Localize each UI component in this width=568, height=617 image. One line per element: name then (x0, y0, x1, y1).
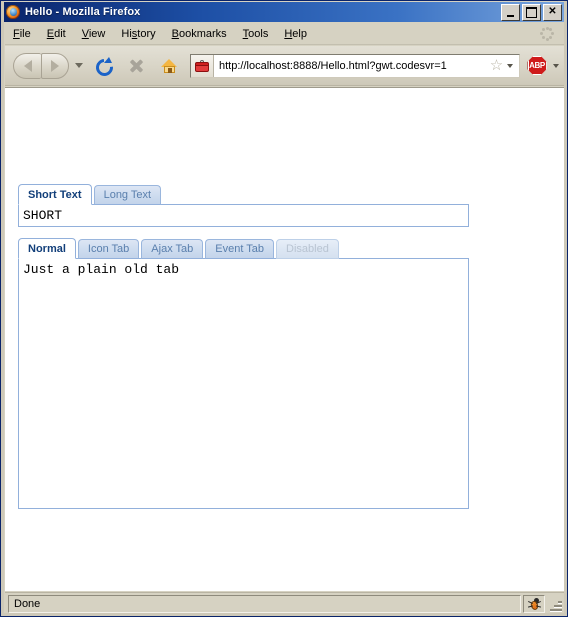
tab-label: Long Text (103, 189, 152, 201)
outer-tab-bar-filler (163, 184, 469, 205)
back-forward-group (13, 52, 71, 79)
home-button[interactable] (156, 53, 182, 79)
favicon (191, 54, 214, 77)
outer-tab-panel: Short Text Long Text SHORT (18, 183, 469, 227)
tab-label: Ajax Tab (151, 243, 194, 255)
chevron-down-icon[interactable] (553, 63, 559, 68)
browser-window: Hello - Mozilla Firefox ✕ FFileile Edit … (0, 0, 568, 617)
inner-tab-content: Just a plain old tab (18, 259, 469, 509)
navigation-toolbar: http://localhost:8888/Hello.html?gwt.cod… (5, 46, 565, 86)
firefox-icon (5, 4, 21, 20)
title-bar: Hello - Mozilla Firefox ✕ (2, 2, 566, 22)
adblock-icon: ABP (527, 56, 547, 75)
stop-icon (128, 58, 144, 74)
url-input[interactable]: http://localhost:8888/Hello.html?gwt.cod… (214, 60, 489, 72)
back-button[interactable] (13, 52, 41, 79)
outer-tab-bar: Short Text Long Text (18, 183, 469, 205)
tab-event-tab[interactable]: Event Tab (205, 239, 275, 259)
inner-tab-bar: Normal Icon Tab Ajax Tab Event Tab Disab… (18, 237, 469, 259)
chevron-down-icon[interactable] (507, 63, 513, 68)
bug-icon (527, 597, 541, 611)
adblock-plus-button[interactable]: ABP (526, 55, 548, 77)
tab-label: Event Tab (215, 243, 265, 255)
firebug-button[interactable] (523, 594, 545, 613)
tab-short-text[interactable]: Short Text (18, 184, 92, 205)
tab-ajax-tab[interactable]: Ajax Tab (141, 239, 204, 259)
address-bar[interactable]: http://localhost:8888/Hello.html?gwt.cod… (190, 53, 520, 78)
tab-icon-tab[interactable]: Icon Tab (77, 239, 140, 259)
menu-bar: FFileile Edit View History Bookmarks Too… (5, 23, 565, 45)
status-bar: Done (5, 592, 565, 614)
home-icon (160, 58, 178, 74)
window-title: Hello - Mozilla Firefox (25, 6, 141, 18)
menu-view[interactable]: View (74, 25, 114, 43)
stop-button[interactable] (123, 53, 149, 79)
window-controls: ✕ (501, 3, 566, 21)
status-text: Done (8, 594, 521, 613)
tab-normal[interactable]: Normal (18, 238, 76, 259)
close-button[interactable]: ✕ (543, 3, 562, 21)
forward-button[interactable] (41, 52, 69, 79)
chevron-down-icon[interactable] (75, 63, 83, 68)
tab-label: Icon Tab (87, 243, 130, 255)
tab-disabled: Disabled (276, 239, 339, 259)
maximize-button[interactable] (522, 3, 541, 21)
menu-history[interactable]: History (113, 25, 163, 43)
menu-file[interactable]: FFileile (5, 25, 39, 43)
menu-help[interactable]: Help (276, 25, 315, 43)
star-icon[interactable]: ☆ (489, 58, 504, 73)
inner-tab-panel: Normal Icon Tab Ajax Tab Event Tab Disab… (18, 237, 469, 509)
throbber-icon (539, 26, 555, 42)
tab-label: Normal (28, 242, 66, 255)
outer-tab-content: SHORT (18, 205, 469, 227)
tab-label: Disabled (286, 243, 329, 255)
menu-bookmarks[interactable]: Bookmarks (164, 25, 235, 43)
tab-long-text[interactable]: Long Text (93, 185, 162, 205)
minimize-button[interactable] (501, 3, 520, 21)
reload-button[interactable] (90, 53, 116, 79)
tab-label: Short Text (28, 188, 82, 201)
page-viewport: Short Text Long Text SHORT Normal Icon T… (5, 87, 565, 591)
reload-icon (95, 56, 112, 74)
resize-grip-icon[interactable] (547, 596, 563, 612)
inner-tab-bar-filler (340, 238, 469, 259)
menu-edit[interactable]: Edit (39, 25, 74, 43)
toolbox-icon (195, 59, 209, 72)
menu-tools[interactable]: Tools (235, 25, 277, 43)
